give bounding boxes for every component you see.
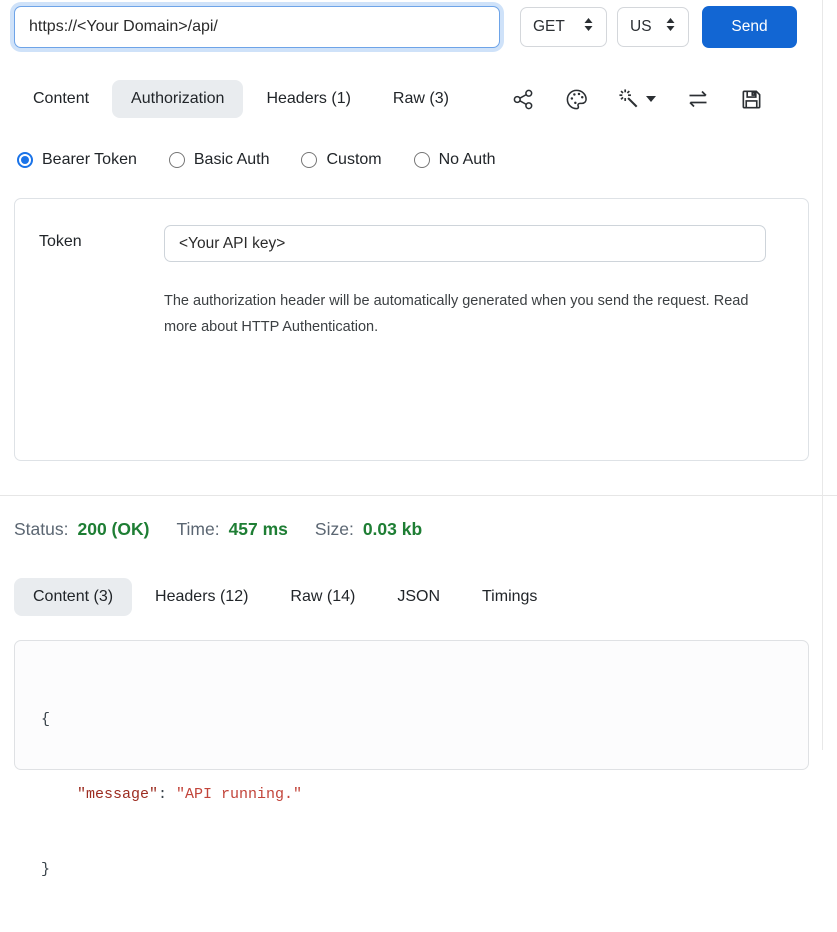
radio-circle-checked[interactable] <box>17 152 33 168</box>
token-input[interactable] <box>164 225 766 262</box>
tab-content[interactable]: Content <box>14 80 108 118</box>
request-bar: GET US Send <box>14 0 809 48</box>
share-icon[interactable] <box>512 88 535 111</box>
region-select-value: US <box>630 18 652 36</box>
caret-down-icon <box>646 96 656 103</box>
radio-label: No Auth <box>439 151 496 169</box>
url-input[interactable] <box>14 6 500 48</box>
resp-tab-timings[interactable]: Timings <box>463 578 556 616</box>
tab-headers[interactable]: Headers (1) <box>247 80 369 118</box>
send-button[interactable]: Send <box>702 6 797 48</box>
radio-label: Bearer Token <box>42 151 137 169</box>
json-open-brace: { <box>41 707 808 732</box>
size-label: Size: <box>315 519 354 540</box>
page-right-divider <box>822 0 823 750</box>
radio-custom[interactable]: Custom <box>301 151 381 169</box>
magic-wand-icon[interactable] <box>618 88 656 111</box>
token-label: Token <box>39 225 164 434</box>
json-key: "message" <box>77 786 158 803</box>
radio-no-auth[interactable]: No Auth <box>414 151 496 169</box>
method-select-value: GET <box>533 18 565 36</box>
json-value: "API running." <box>176 786 302 803</box>
auth-panel: Token The authorization header will be a… <box>14 198 809 461</box>
section-divider <box>0 495 837 496</box>
save-icon[interactable] <box>740 88 763 111</box>
radio-circle[interactable] <box>414 152 430 168</box>
response-body: { "message": "API running." } <box>14 640 809 770</box>
request-tabs: Content Authorization Headers (1) Raw (3… <box>14 80 809 118</box>
size-value: 0.03 kb <box>363 519 422 540</box>
radio-circle[interactable] <box>169 152 185 168</box>
status-value: 200 (OK) <box>77 519 149 540</box>
tab-authorization[interactable]: Authorization <box>112 80 243 118</box>
json-message-line: "message": "API running." <box>41 782 808 807</box>
time-value: 457 ms <box>229 519 288 540</box>
swap-icon[interactable] <box>686 88 710 110</box>
auth-type-options: Bearer Token Basic Auth Custom No Auth <box>14 151 809 169</box>
radio-label: Basic Auth <box>194 151 270 169</box>
json-close-brace: } <box>41 857 808 882</box>
status-label: Status: <box>14 519 68 540</box>
method-select[interactable]: GET <box>520 7 607 47</box>
resp-tab-raw[interactable]: Raw (14) <box>271 578 374 616</box>
radio-circle[interactable] <box>301 152 317 168</box>
time-label: Time: <box>176 519 219 540</box>
updown-caret-icon <box>665 17 676 37</box>
auth-helper-text: The authorization header will be automat… <box>164 289 750 340</box>
region-select[interactable]: US <box>617 7 689 47</box>
response-status-row: Status: 200 (OK) Time: 457 ms Size: 0.03… <box>14 519 809 540</box>
radio-label: Custom <box>326 151 381 169</box>
palette-icon[interactable] <box>565 88 588 111</box>
json-colon: : <box>158 786 176 803</box>
resp-tab-content[interactable]: Content (3) <box>14 578 132 616</box>
resp-tab-json[interactable]: JSON <box>378 578 459 616</box>
toolbar <box>512 88 809 111</box>
updown-caret-icon <box>583 17 594 37</box>
resp-tab-headers[interactable]: Headers (12) <box>136 578 267 616</box>
radio-basic-auth[interactable]: Basic Auth <box>169 151 270 169</box>
radio-bearer-token[interactable]: Bearer Token <box>17 151 137 169</box>
tab-raw[interactable]: Raw (3) <box>374 80 468 118</box>
response-tabs: Content (3) Headers (12) Raw (14) JSON T… <box>14 578 809 616</box>
